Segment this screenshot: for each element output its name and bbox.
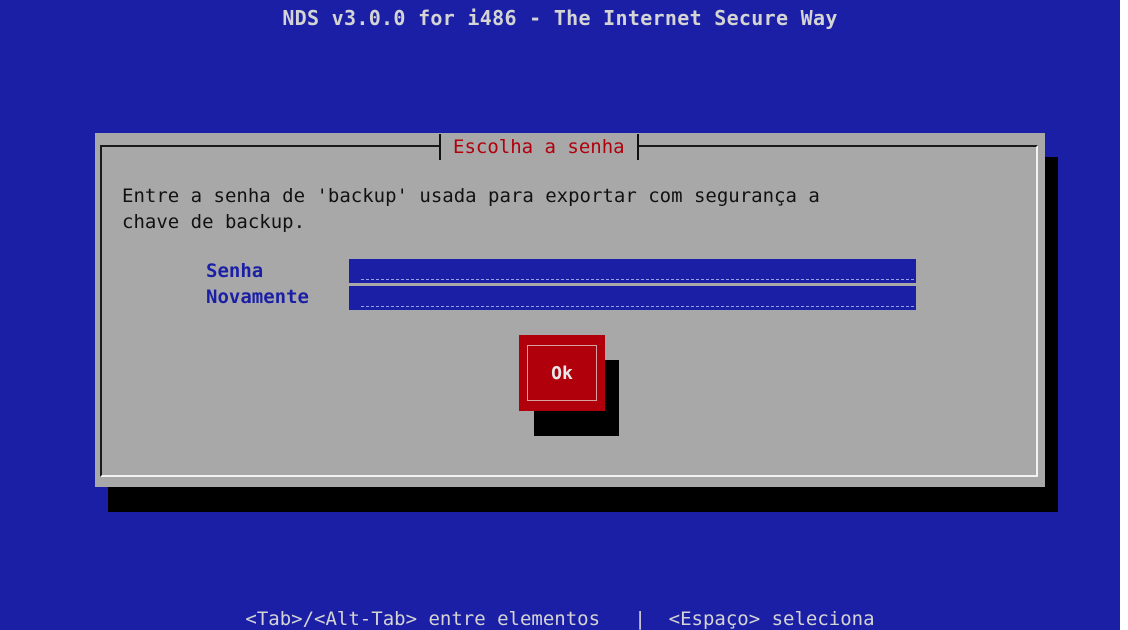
screen-title: NDS v3.0.0 for i486 - The Internet Secur… xyxy=(282,6,838,30)
keyboard-hint-bar: <Tab>/<Alt-Tab> entre elementos | <Espaç… xyxy=(245,608,875,630)
password-confirm-input-underline xyxy=(361,306,914,307)
password-confirm-label: Novamente xyxy=(206,286,309,308)
password-input-underline xyxy=(361,279,914,280)
password-confirm-field-wrapper xyxy=(349,286,916,310)
ok-button[interactable]: Ok xyxy=(519,335,605,411)
password-field-wrapper xyxy=(349,259,916,283)
window-edge xyxy=(1120,0,1128,630)
password-dialog: Escolha a senha Entre a senha de 'backup… xyxy=(95,133,1045,487)
password-label: Senha xyxy=(206,260,264,282)
dialog-message: Entre a senha de 'backup' usada para exp… xyxy=(122,185,820,233)
ok-button-label: Ok xyxy=(527,345,597,401)
installer-screen: NDS v3.0.0 for i486 - The Internet Secur… xyxy=(0,0,1120,630)
dialog-title: Escolha a senha xyxy=(439,134,639,160)
